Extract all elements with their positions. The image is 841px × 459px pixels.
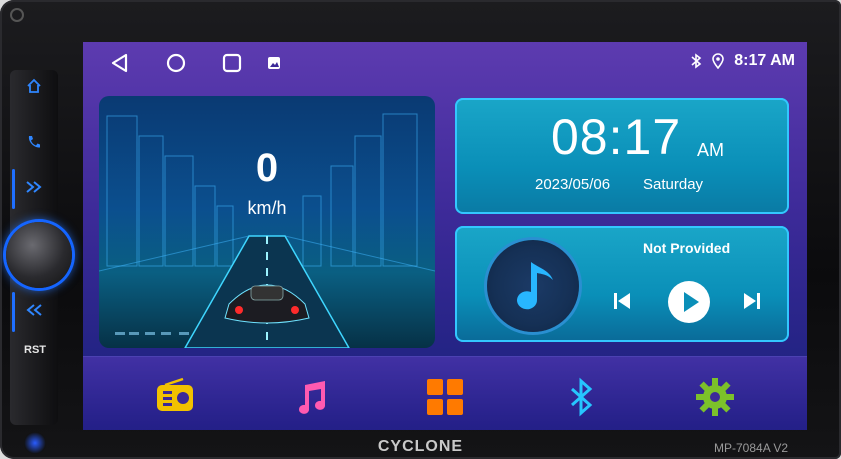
music-app-button[interactable] [289,375,333,419]
status-time: 8:17 AM [734,52,795,69]
track-title: Not Provided [643,240,731,256]
bluetooth-icon [571,377,593,417]
play-button[interactable] [667,280,711,329]
touch-screen: 8:17 AM 0 km/h 08:17 AM 2023/05/06 Satur… [83,42,807,430]
clock-time: 08:17 [551,109,682,165]
phone-icon [26,134,42,155]
radio-icon [157,377,193,411]
home-hw-button[interactable] [14,62,54,114]
skip-next-icon [744,293,760,309]
previous-icon [25,303,43,322]
next-icon [25,180,43,199]
mic-icon [10,8,24,22]
music-note-icon [509,258,559,319]
status-bar: 8:17 AM [83,42,807,82]
home-circle-icon[interactable] [165,52,187,74]
volume-knob[interactable] [6,222,72,288]
recents-square-icon[interactable] [221,52,243,74]
clock-ampm: AM [697,140,724,160]
radio-app-button[interactable] [153,375,197,419]
clock-widget[interactable]: 08:17 AM 2023/05/06 Saturday [455,98,789,214]
back-triangle-icon[interactable] [109,52,131,74]
app-dock [83,356,807,430]
apps-app-button[interactable] [423,375,467,419]
apps-grid-icon [427,379,463,415]
gallery-icon [263,52,285,74]
speed-unit: km/h [247,198,287,218]
play-icon [668,281,710,323]
city-road-illustration [99,113,435,348]
music-widget[interactable]: Not Provided [455,226,789,342]
button-indicator-line [12,169,15,209]
home-icon [26,78,42,99]
next-hw-button[interactable] [12,163,54,215]
clock-date: 2023/05/06 [535,176,611,193]
clock-day: Saturday [643,176,704,193]
button-indicator-line [12,292,15,332]
music-note-icon [299,381,326,414]
speed-value: 0 [255,146,279,190]
skip-previous-icon [614,293,630,309]
settings-gear-icon [696,378,734,416]
previous-hw-button[interactable] [12,286,54,338]
next-track-button[interactable] [741,290,763,317]
model-label: MP-7084A V2 [714,441,789,455]
bluetooth-icon [690,53,702,69]
bluetooth-app-button[interactable] [559,375,603,419]
reset-button[interactable]: RST [24,344,46,356]
settings-app-button[interactable] [693,375,737,419]
location-pin-icon [712,53,725,69]
speedometer-card[interactable]: 0 km/h [99,96,435,348]
status-indicators: 8:17 AM [690,52,795,70]
previous-track-button[interactable] [611,290,633,317]
album-art [487,240,579,332]
